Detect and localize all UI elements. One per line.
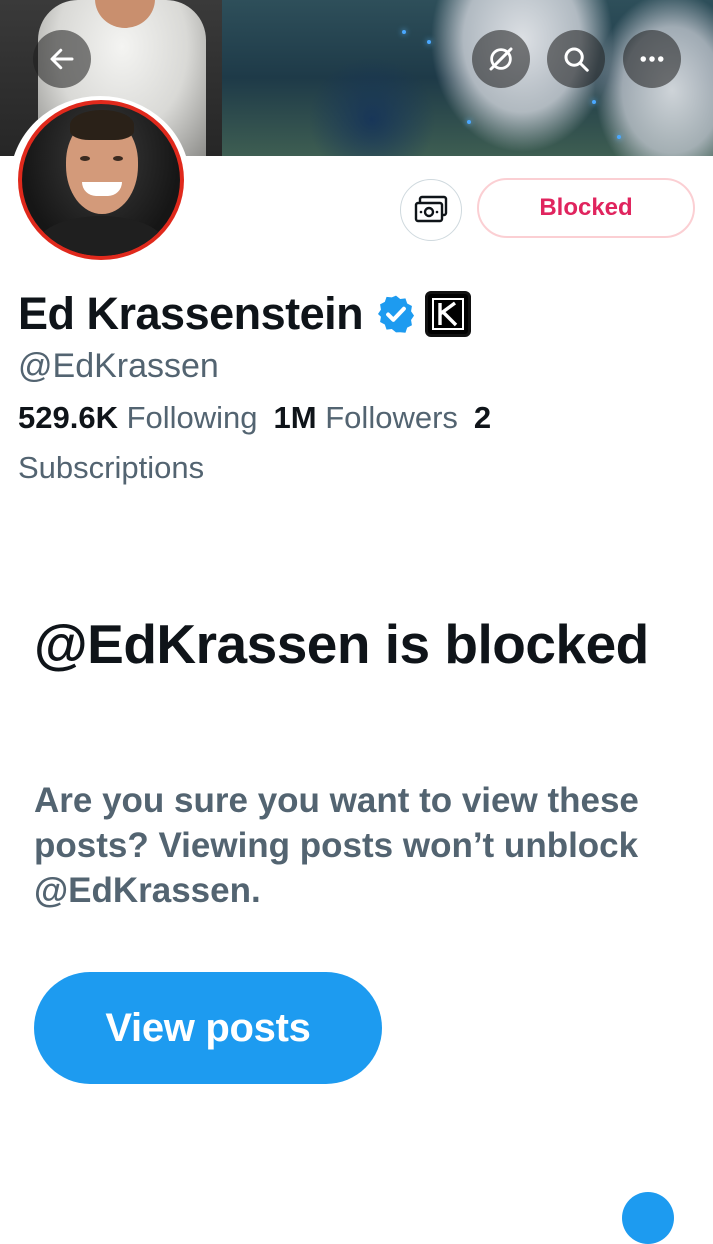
avatar-body [36,216,166,256]
view-posts-button[interactable]: View posts [34,972,382,1084]
followers-count: 1M [273,400,317,435]
search-button[interactable] [547,30,605,88]
display-name: Ed Krassenstein [18,288,364,339]
following-count: 529.6K [18,400,118,435]
avatar[interactable] [18,100,184,260]
subscriptions-label: Subscriptions [18,450,205,485]
circuit-light [467,120,471,124]
blocked-button[interactable]: Blocked [477,178,695,238]
verified-badge-icon[interactable] [375,293,417,335]
profile-handle: @EdKrassen [18,347,219,385]
followers-label: Followers [325,400,458,435]
arrow-left-icon [50,48,74,70]
profile-stats: 529.6K Following 1M Followers 2 Subscripti… [18,393,678,493]
more-button[interactable] [623,30,681,88]
blocked-notice-title: @EdKrassen is blocked [34,613,649,675]
circuit-light [427,40,431,44]
affiliate-badge[interactable] [425,291,472,337]
subscriptions-count: 2 [473,400,492,435]
search-icon [564,47,589,72]
money-subscription-icon [414,195,448,223]
grok-slash-circle-icon [489,47,513,71]
circuit-light [592,100,596,104]
avatar-hair [70,110,134,140]
followers-link[interactable]: 1M Followers [274,400,458,435]
following-label: Following [126,400,258,435]
blocked-notice-description: Are you sure you want to view these post… [34,781,639,910]
circuit-light [402,30,406,34]
affiliate-k-logo-icon [432,298,465,330]
grok-button[interactable] [472,30,530,88]
avatar-eye [113,156,123,161]
more-horizontal-icon [640,56,664,62]
back-button[interactable] [33,30,91,88]
avatar-photo [22,104,180,256]
following-link[interactable]: 529.6K Following [18,400,258,435]
subscribe-button[interactable] [400,179,462,241]
circuit-light [617,135,621,139]
avatar-eye [80,156,90,161]
display-name-row: Ed Krassenstein [18,284,472,344]
